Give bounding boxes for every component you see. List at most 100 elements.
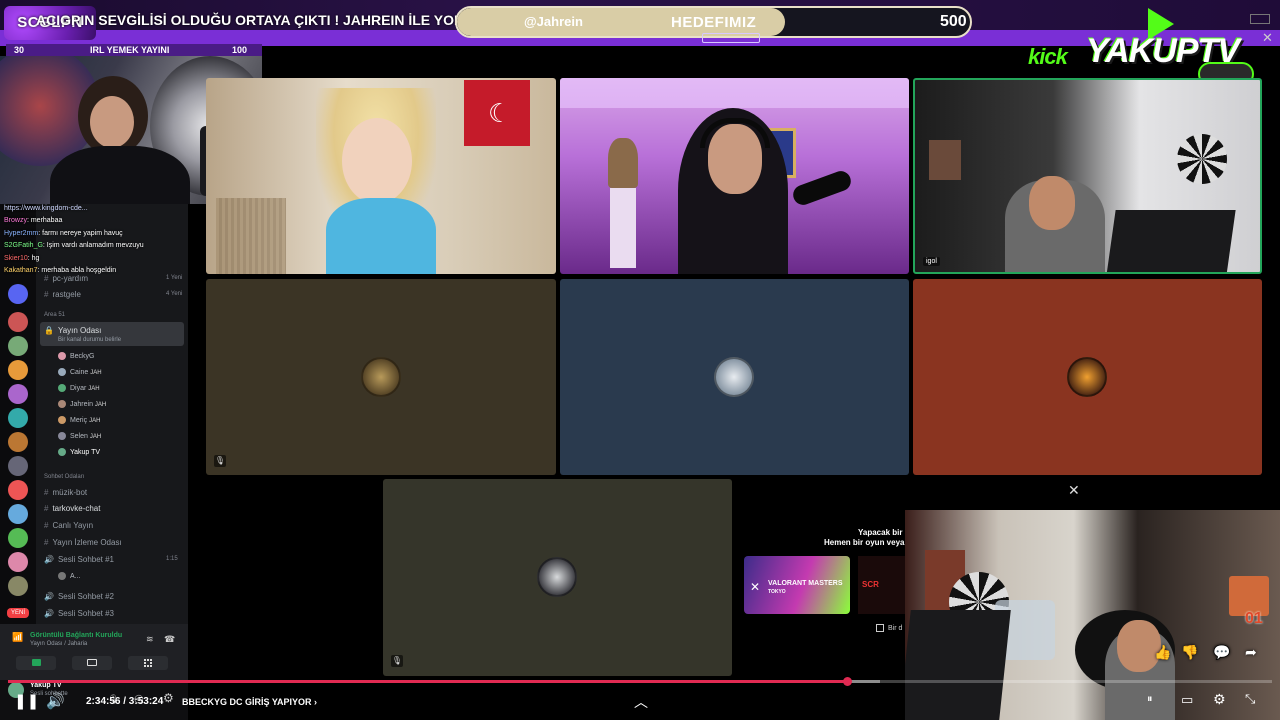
- mute-icon: 🎙: [391, 655, 403, 667]
- activity-button[interactable]: [128, 656, 168, 670]
- video-tile-beckyg[interactable]: ☾: [206, 78, 556, 274]
- noise-icon[interactable]: ≋: [146, 634, 154, 645]
- player-controls: ❚❚ 🔊 🎙 ◎ ⚙ 2:34:56 / 3:53:24 BBECKYG DC …: [0, 686, 1280, 720]
- channel-item[interactable]: 🔊 Sesli Sohbet #3: [44, 609, 114, 618]
- member-item[interactable]: Selen JAH: [58, 432, 101, 440]
- member-item[interactable]: Diyar JAH: [58, 384, 100, 392]
- share-icon[interactable]: ➦: [1245, 644, 1257, 661]
- server-icon[interactable]: [8, 480, 28, 500]
- server-icon[interactable]: [8, 552, 28, 572]
- voice-channel-label: 🔒 Yayın Odası: [44, 326, 102, 335]
- activity-icon: [144, 659, 152, 667]
- sub-counter-left: 30: [14, 45, 25, 55]
- video-tile-yakuptv[interactable]: igol: [913, 78, 1262, 274]
- like-icon[interactable]: 👍: [1154, 644, 1171, 661]
- member-avatar: [537, 557, 577, 597]
- chevron-up-icon[interactable]: ︿: [634, 692, 648, 712]
- disconnect-icon[interactable]: ☎: [164, 634, 175, 645]
- channel-item[interactable]: 🔊 Sesli Sohbet #2: [44, 592, 114, 601]
- subtitles-icon[interactable]: ▭: [1181, 692, 1193, 708]
- server-icon[interactable]: [8, 504, 28, 524]
- channel-item[interactable]: # müzik-bot: [44, 488, 87, 497]
- person-face: [1029, 176, 1075, 230]
- channel-item[interactable]: # rastgele: [44, 290, 81, 299]
- valorant-logo-icon: ✕: [750, 580, 761, 594]
- chat-line: https://www.kingdom-cde...: [4, 205, 88, 212]
- voice-channel-status: Bir kanal durumu belirle: [58, 337, 122, 343]
- signal-icon: 📶: [12, 632, 24, 642]
- server-icon[interactable]: [8, 360, 28, 380]
- voice-connected-sub: Yayın Odası / Jaharia: [30, 641, 88, 647]
- screen-share-button[interactable]: [72, 656, 112, 670]
- camera-icon: [32, 659, 41, 666]
- dartboard-icon: [1177, 134, 1227, 184]
- member-item[interactable]: Jahrein JAH: [58, 400, 106, 408]
- channel-item[interactable]: # tarkovke-chat: [44, 504, 100, 513]
- volume-icon[interactable]: 🔊: [46, 692, 65, 710]
- server-icon[interactable]: [8, 576, 28, 596]
- comment-icon[interactable]: 💬: [1213, 644, 1230, 661]
- member-item[interactable]: Yakup TV: [58, 448, 100, 456]
- channel-item[interactable]: # Yayın İzleme Odası: [44, 538, 122, 547]
- chat-overlay: https://www.kingdom-cde... Browzy: merha…: [0, 204, 188, 276]
- member-avatar: [1067, 357, 1107, 397]
- person-top: [326, 198, 436, 274]
- chevron-right-icon: ›: [314, 697, 318, 707]
- person-face: [342, 118, 412, 204]
- server-icon[interactable]: [8, 312, 28, 332]
- activity-checkbox[interactable]: Bir d: [876, 624, 902, 632]
- voice-connected-label: Görüntülü Bağlantı Kuruldu: [30, 632, 123, 639]
- fullscreen-exit-icon[interactable]: ⤡: [1245, 691, 1255, 707]
- channel-meta: 4 Yeni: [166, 291, 183, 297]
- server-icon[interactable]: [8, 408, 28, 428]
- ticker-handle: @Jahrein: [524, 14, 583, 29]
- member-item[interactable]: BeckyG: [58, 352, 95, 360]
- server-icon[interactable]: [8, 336, 28, 356]
- close-icon[interactable]: ✕: [1068, 482, 1080, 499]
- picture-decoration: [929, 140, 961, 180]
- member-item[interactable]: Caine JAH: [58, 368, 102, 376]
- goal-label: HEDEFIMIZ: [671, 14, 757, 31]
- pause-icon[interactable]: ❚❚: [14, 692, 39, 710]
- video-tile-member[interactable]: 🎙: [206, 279, 556, 475]
- kick-logo: kick: [1028, 44, 1068, 69]
- time-display: 2:34:56 / 3:53:24: [86, 696, 164, 707]
- member-item[interactable]: Meriç JAH: [58, 416, 100, 424]
- camera-button[interactable]: [16, 656, 56, 670]
- activity-card-text: VALORANT MASTERS TOKYO: [768, 580, 843, 595]
- video-tile-member[interactable]: 🎙: [383, 479, 732, 676]
- progress-thumb[interactable]: [843, 677, 853, 686]
- new-badge: YENİ: [7, 608, 29, 618]
- member-avatar: [361, 357, 401, 397]
- settings-icon[interactable]: ⚙: [1213, 691, 1226, 708]
- sub-counter-right: 100: [232, 45, 248, 55]
- member-item[interactable]: A...: [58, 572, 81, 580]
- progress-bar[interactable]: [8, 677, 1272, 686]
- channel-item[interactable]: # Canlı Yayın: [44, 521, 93, 530]
- server-icon[interactable]: [8, 384, 28, 404]
- dislike-icon[interactable]: 👎: [1181, 644, 1198, 661]
- close-icon[interactable]: ✕: [1262, 30, 1273, 46]
- video-tile-member[interactable]: [913, 279, 1262, 475]
- video-tile-jahrein[interactable]: [560, 78, 909, 274]
- chat-line: S2GFatih_G: Işim vardı anlamadım mevzuyu: [4, 242, 144, 249]
- autoplay-toggle-icon[interactable]: ⏸: [1147, 693, 1153, 706]
- chat-line: Kakathan7: merhaba abla hoşgeldin: [4, 267, 117, 274]
- valorant-activity-card[interactable]: ✕ VALORANT MASTERS TOKYO: [744, 556, 850, 614]
- server-icon[interactable]: [8, 456, 28, 476]
- window-controls-icon: [1250, 14, 1270, 24]
- activity-subtitle: Hemen bir oyun veya vi: [824, 538, 914, 547]
- member-avatar: [714, 357, 754, 397]
- server-icon[interactable]: [8, 284, 28, 304]
- chat-line: Browzy: merhabaa: [4, 217, 63, 224]
- server-icon[interactable]: [8, 528, 28, 548]
- chapter-title[interactable]: BBECKYG DC GİRİŞ YAPIYOR ›: [182, 697, 317, 707]
- shelf-decoration: [560, 78, 909, 108]
- activity-card[interactable]: SCR: [858, 556, 906, 614]
- video-tile-member[interactable]: [560, 279, 909, 475]
- gear-icon[interactable]: ⚙: [163, 691, 174, 705]
- channel-item[interactable]: 🔊 Sesli Sohbet #1: [44, 555, 114, 564]
- pip-badge: 01: [1245, 610, 1263, 627]
- chat-line: Hyper2mm: farmı nereye yapim havuç: [4, 230, 123, 237]
- server-icon[interactable]: [8, 432, 28, 452]
